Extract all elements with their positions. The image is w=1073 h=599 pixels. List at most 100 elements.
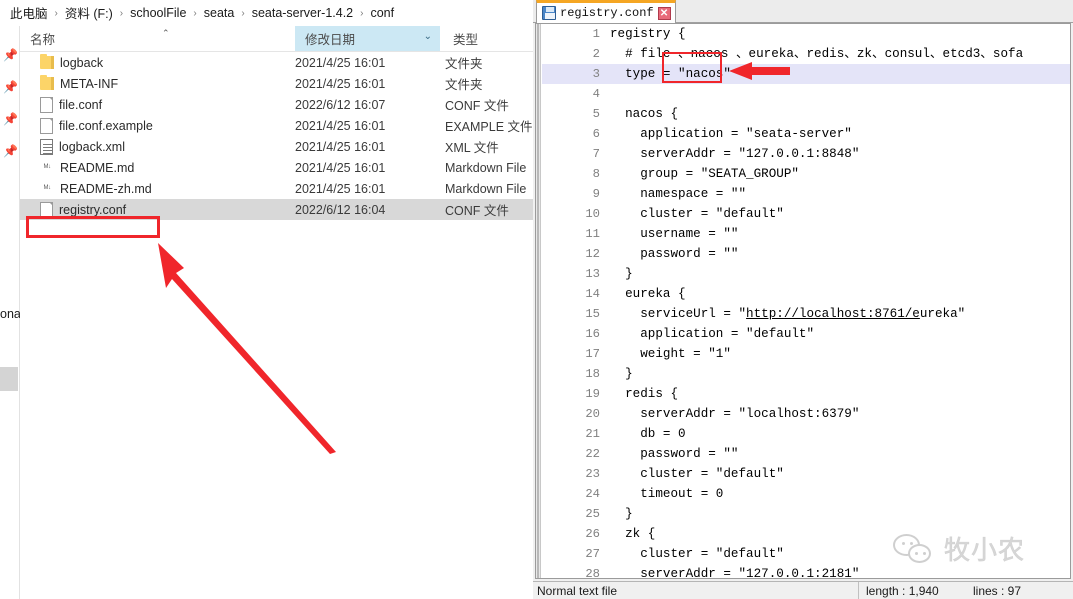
line-number: 4 [592,87,600,101]
file-name-cell: logback.xml [20,138,295,155]
code-line-text: serverAddr = "127.0.0.1:8848" [610,147,860,161]
column-header-name[interactable]: 名称 ⌃ [20,26,295,51]
code-line: 6 application = "seata-server" [542,124,1070,144]
line-number: 1 [592,27,600,41]
code-line: 12 password = "" [542,244,1070,264]
code-line: 9 namespace = "" [542,184,1070,204]
line-number: 18 [585,367,600,381]
nav-item-partial-label[interactable]: ona [0,307,21,321]
code-line-text: application = "seata-server" [610,127,852,141]
code-line-text: group = "SEATA_GROUP" [610,167,799,181]
code-line-text: } [610,367,633,381]
pin-icon[interactable]: 📌 [3,144,18,158]
code-line: 13 } [542,264,1070,284]
file-row[interactable]: file.conf.example 2021/4/25 16:01 EXAMPLE … [20,115,533,136]
code-line: 1 registry { [542,24,1070,44]
code-line: 18 } [542,364,1070,384]
breadcrumb-item-0[interactable]: 此电脑 [8,3,50,22]
close-icon[interactable]: ✕ [657,6,671,20]
file-row[interactable]: logback 2021/4/25 16:01 文件夹 [20,52,533,73]
code-line: 19 redis { [542,384,1070,404]
breadcrumb-item-1[interactable]: 资料 (F:) [63,3,115,22]
code-line-text: cluster = "default" [610,207,784,221]
code-line-text: password = "" [610,247,739,261]
code-line-text: eureka { [610,287,686,301]
line-number: 6 [592,127,600,141]
breadcrumb[interactable]: 此电脑 › 资料 (F:) › schoolFile › seata › seata-serve… [0,0,533,25]
line-number: 12 [585,247,600,261]
breadcrumb-item-5[interactable]: conf [368,6,396,20]
column-header-date-label: 修改日期 [305,33,356,47]
code-text-area[interactable]: 1 registry { 2 # file 、nacos 、eureka、redis… [542,24,1070,578]
code-line: 28 serverAddr = "127.0.0.1:2181" [542,564,1070,578]
file-name-cell: M↓ README-zh.md [20,182,295,196]
line-number: 20 [585,407,600,421]
breadcrumb-item-2[interactable]: schoolFile [128,6,188,20]
line-number: 25 [585,507,600,521]
file-row[interactable]: M↓ README.md 2021/4/25 16:01 Markdown File [20,157,533,178]
file-row[interactable]: META-INF 2021/4/25 16:01 文件夹 [20,73,533,94]
url-link[interactable]: http://localhost:8761/e [746,307,920,321]
file-name-label: README-zh.md [60,181,152,196]
document-icon [40,117,53,134]
code-line: 3 type = "nacos" [542,64,1070,84]
file-row[interactable]: logback.xml 2021/4/25 16:01 XML 文件 [20,136,533,157]
breadcrumb-separator-icon: › [241,8,245,19]
code-line: 8 group = "SEATA_GROUP" [542,164,1070,184]
code-line-text: redis { [610,387,679,401]
file-row[interactable]: file.conf 2022/6/12 16:07 CONF 文件 [20,94,533,115]
code-line-text: cluster = "default" [610,547,784,561]
file-row[interactable]: registry.conf 2022/6/12 16:04 CONF 文件 [20,199,533,220]
code-line-text: # file 、nacos 、eureka、redis、zk、consul、et… [610,47,1024,61]
file-name-cell: M↓ README.md [20,161,295,175]
pin-icon[interactable]: 📌 [3,80,18,94]
file-name-label: registry.conf [59,202,127,217]
file-name-label: META-INF [60,76,119,91]
line-number: 24 [585,487,600,501]
pin-icon[interactable]: 📌 [3,48,18,62]
breadcrumb-separator-icon: › [360,8,364,19]
code-line: 11 username = "" [542,224,1070,244]
screenshot-root: 此电脑 › 资料 (F:) › schoolFile › seata › seata-serve… [0,0,1073,599]
file-list[interactable]: logback 2021/4/25 16:01 文件夹 META-INF 2021/4/… [20,52,533,599]
code-line-text: namespace = "" [610,187,747,201]
status-lines: lines : 97 [973,584,1022,598]
status-bar: Normal text file length : 1,940 lines : … [533,581,1073,599]
line-number: 8 [592,167,600,181]
breadcrumb-separator-icon: › [54,8,58,19]
code-line-text: timeout = 0 [610,487,724,501]
line-number: 14 [585,287,600,301]
sort-ascending-icon: ⌃ [162,28,170,38]
code-line: 14 eureka { [542,284,1070,304]
code-line-text: application = "default" [610,327,815,341]
folder-icon [40,75,54,90]
breadcrumb-item-4[interactable]: seata-server-1.4.2 [250,6,355,20]
code-line-text: weight = "1" [610,347,731,361]
code-line-text: registry { [610,27,686,41]
column-header-type[interactable]: 类型 [445,26,545,51]
code-line-text: db = 0 [610,427,686,441]
document-icon [40,96,53,113]
file-row[interactable]: M↓ README-zh.md 2021/4/25 16:01 Markdown Fi… [20,178,533,199]
folder-icon [40,54,54,69]
file-date-cell: 2021/4/25 16:01 [295,181,386,196]
nav-scroll-thumb[interactable] [0,367,18,391]
line-number: 10 [585,207,600,221]
file-date-cell: 2021/4/25 16:01 [295,139,386,154]
code-line: 5 nacos { [542,104,1070,124]
code-line: 24 timeout = 0 [542,484,1070,504]
pin-icon[interactable]: 📌 [3,112,18,126]
code-line: 25 } [542,504,1070,524]
file-name-cell: META-INF [20,75,295,91]
code-line-text: } [610,507,633,521]
line-number: 15 [585,307,600,321]
file-date-cell: 2021/4/25 16:01 [295,55,386,70]
file-name-cell: file.conf.example [20,117,295,134]
tab-registry-conf[interactable]: registry.conf ✕ [536,0,676,23]
code-line: 2 # file 、nacos 、eureka、redis、zk、consul、… [542,44,1070,64]
navigation-rail: 📌 📌 📌 📌 ona [0,26,21,599]
line-number: 16 [585,327,600,341]
column-header-date[interactable]: 修改日期 ⌄ [295,26,440,51]
breadcrumb-item-3[interactable]: seata [202,6,237,20]
column-header-type-label: 类型 [453,33,479,47]
